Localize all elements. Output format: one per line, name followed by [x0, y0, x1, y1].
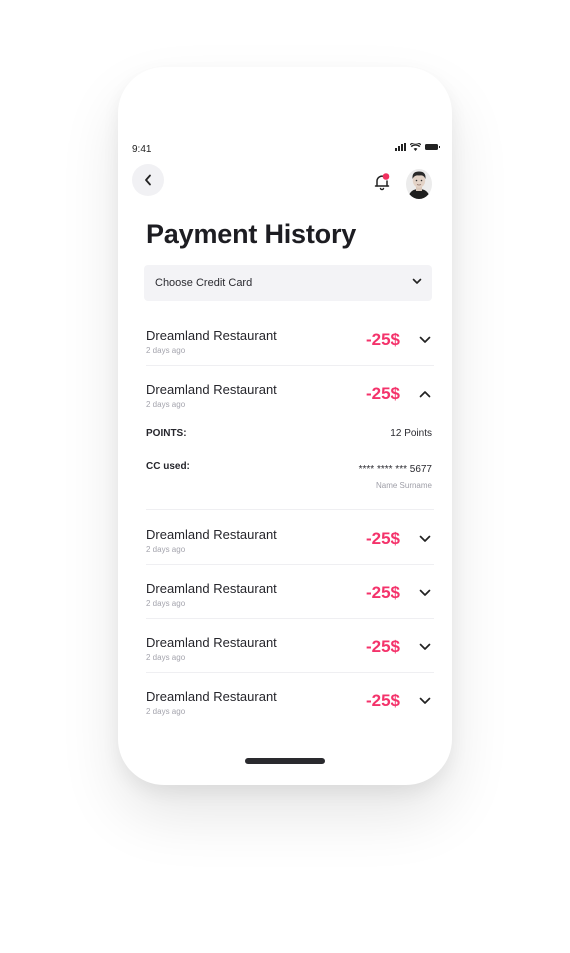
payment-amount: -25$: [365, 330, 400, 349]
chevron-down-icon[interactable]: [419, 589, 431, 597]
payment-amount: -25$: [365, 691, 400, 710]
chevron-up-icon[interactable]: [419, 390, 431, 398]
divider: [146, 672, 434, 673]
payment-row[interactable]: Dreamland Restaurant 2 days ago -25$: [146, 520, 434, 574]
divider: [146, 564, 434, 565]
merchant-name: Dreamland Restaurant: [146, 581, 277, 596]
status-time: 9:41: [132, 144, 152, 155]
divider: [146, 365, 434, 366]
payment-row[interactable]: Dreamland Restaurant 2 days ago -25$: [146, 628, 434, 682]
payment-amount: -25$: [365, 637, 400, 656]
payment-row[interactable]: Dreamland Restaurant 2 days ago -25$: [146, 574, 434, 628]
chevron-down-icon[interactable]: [419, 535, 431, 543]
payment-date: 2 days ago: [146, 545, 186, 554]
page-title: Payment History: [146, 219, 357, 249]
points-value: 12 Points: [390, 428, 432, 439]
back-button[interactable]: [132, 164, 164, 196]
bell-icon[interactable]: [374, 173, 390, 191]
chevron-down-icon[interactable]: [419, 336, 431, 344]
payment-row[interactable]: Dreamland Restaurant 2 days ago -25$: [146, 321, 434, 375]
chevron-down-icon: [412, 278, 422, 284]
avatar[interactable]: [406, 169, 432, 199]
merchant-name: Dreamland Restaurant: [146, 527, 277, 542]
chevron-left-icon: [145, 174, 151, 186]
credit-card-select[interactable]: Choose Credit Card: [144, 265, 432, 301]
payment-row-expanded[interactable]: Dreamland Restaurant 2 days ago -25$: [146, 375, 434, 429]
payment-date: 2 days ago: [146, 707, 186, 716]
phone-frame: 9:41 Payment History Choose Credit Card …: [118, 67, 452, 785]
merchant-name: Dreamland Restaurant: [146, 635, 277, 650]
payment-date: 2 days ago: [146, 653, 186, 662]
status-icons: [395, 143, 440, 151]
cc-used-label: CC used:: [146, 461, 190, 472]
credit-card-select-label: Choose Credit Card: [155, 277, 253, 289]
payment-amount: -25$: [365, 384, 400, 403]
merchant-name: Dreamland Restaurant: [146, 382, 277, 397]
payment-row[interactable]: Dreamland Restaurant 2 days ago -25$: [146, 682, 434, 736]
divider: [146, 509, 434, 510]
battery-icon: [425, 144, 440, 150]
points-label: POINTS:: [146, 428, 187, 439]
divider: [146, 618, 434, 619]
home-indicator: [245, 758, 325, 764]
signal-icon: [395, 143, 406, 151]
wifi-icon: [410, 143, 421, 151]
payment-amount: -25$: [365, 529, 400, 548]
notification-dot: [382, 173, 390, 180]
chevron-down-icon[interactable]: [419, 697, 431, 705]
payment-date: 2 days ago: [146, 346, 186, 355]
merchant-name: Dreamland Restaurant: [146, 689, 277, 704]
payment-date: 2 days ago: [146, 599, 186, 608]
payment-amount: -25$: [365, 583, 400, 602]
cc-holder-name: Name Surname: [375, 481, 432, 490]
merchant-name: Dreamland Restaurant: [146, 328, 277, 343]
cc-number: **** **** *** 5677: [358, 464, 432, 475]
payment-date: 2 days ago: [146, 400, 186, 409]
chevron-down-icon[interactable]: [419, 643, 431, 651]
